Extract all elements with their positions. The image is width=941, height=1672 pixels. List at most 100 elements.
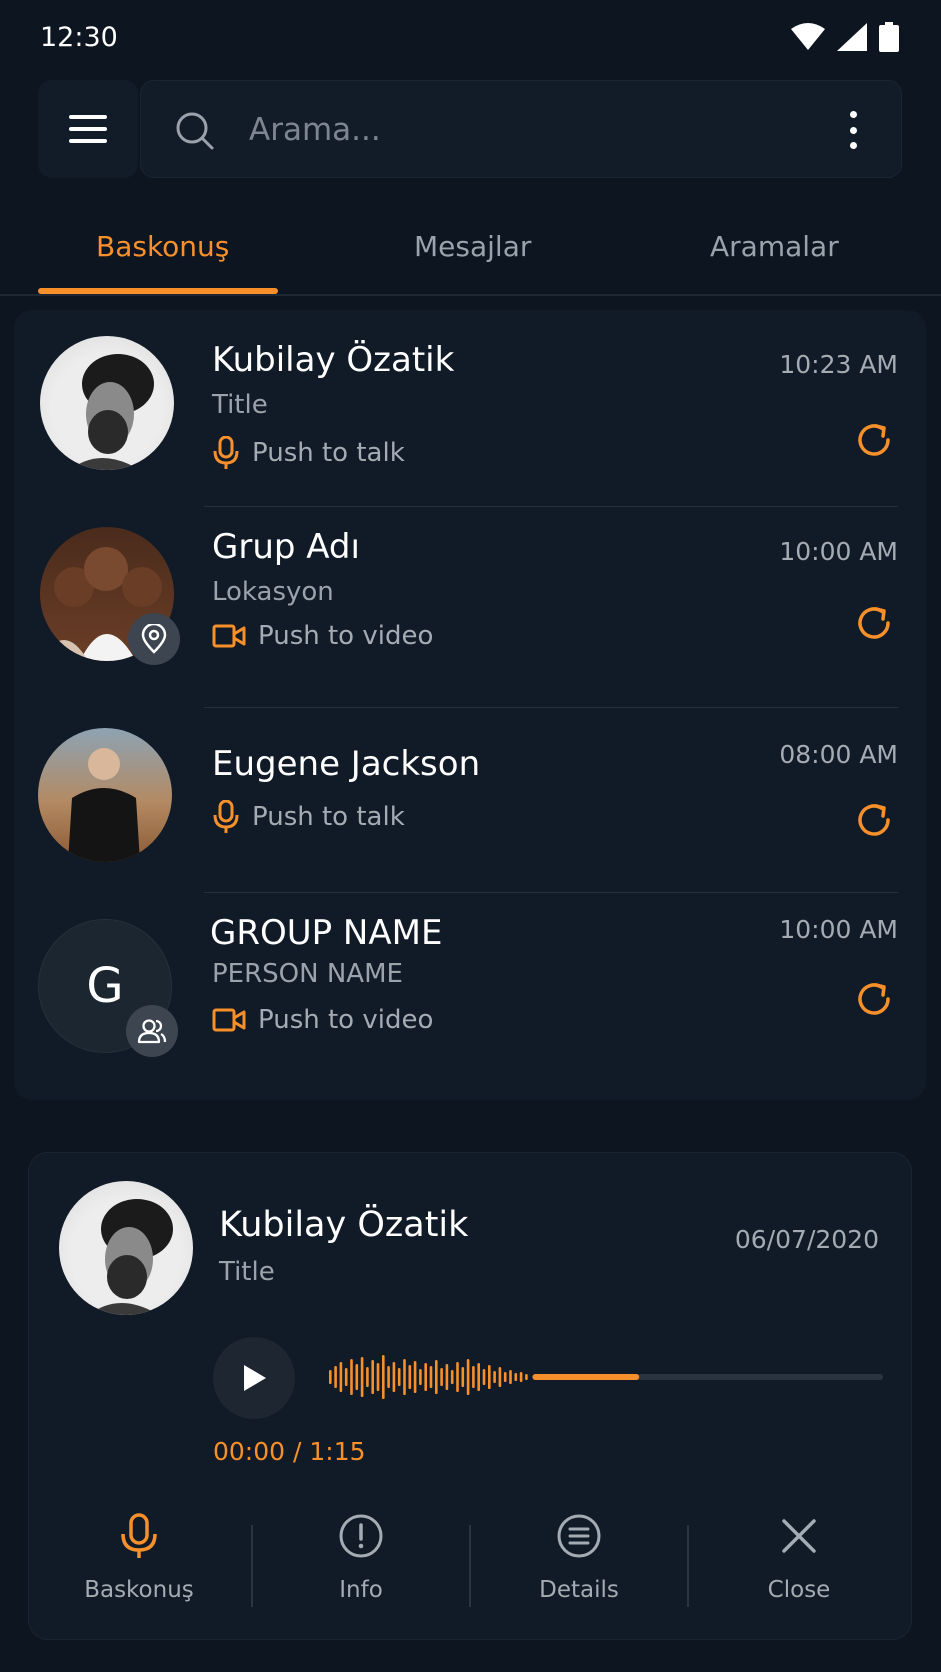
location-badge bbox=[128, 613, 180, 665]
waveform-bar bbox=[350, 1359, 353, 1395]
action-label: Push to talk bbox=[252, 802, 405, 832]
sender-name: Kubilay Özatik bbox=[219, 1205, 469, 1245]
group-icon bbox=[137, 1019, 167, 1044]
signal-icon bbox=[837, 23, 867, 51]
more-options-icon[interactable] bbox=[843, 111, 863, 149]
group-subtitle: Lokasyon bbox=[212, 577, 334, 607]
push-to-talk-action[interactable]: Push to talk bbox=[212, 436, 405, 470]
video-icon bbox=[212, 1008, 246, 1032]
tab-aramalar[interactable]: Aramalar bbox=[710, 230, 839, 263]
waveform-bar bbox=[498, 1367, 502, 1387]
list-item[interactable]: G GROUP NAME PERSON NAME Push to video 1… bbox=[14, 893, 926, 1093]
status-bar: 12:30 bbox=[0, 0, 941, 76]
waveform-bar bbox=[440, 1368, 443, 1386]
action-label: Push to video bbox=[258, 621, 434, 651]
conversation-list: Kubilay Özatik Title Push to talk 10:23 … bbox=[14, 310, 926, 1100]
waveform-bar bbox=[477, 1363, 480, 1391]
refresh-icon[interactable] bbox=[854, 979, 894, 1019]
timestamp: 10:23 AM bbox=[779, 350, 898, 379]
refresh-icon[interactable] bbox=[854, 420, 894, 460]
waveform-bar bbox=[519, 1372, 523, 1382]
waveform-bar bbox=[456, 1362, 459, 1392]
action-label: Push to talk bbox=[252, 438, 405, 468]
waveform-bar bbox=[371, 1360, 374, 1394]
video-icon bbox=[212, 624, 246, 648]
list-icon bbox=[557, 1514, 601, 1558]
action-label: Push to video bbox=[258, 1005, 434, 1035]
player-action-bar: Baskonuş Info Details Close bbox=[29, 1513, 913, 1623]
audio-waveform[interactable] bbox=[329, 1351, 883, 1403]
waveform-bar bbox=[429, 1366, 433, 1388]
avatar bbox=[40, 336, 174, 470]
tab-mesajlar[interactable]: Mesajlar bbox=[414, 230, 531, 263]
waveform-bar bbox=[355, 1364, 359, 1390]
message-date: 06/07/2020 bbox=[734, 1225, 879, 1254]
tab-baskonus[interactable]: Baskonuş bbox=[96, 230, 229, 263]
playback-time: 00:00 / 1:15 bbox=[213, 1437, 366, 1466]
waveform-bar bbox=[488, 1365, 491, 1389]
push-to-video-action[interactable]: Push to video bbox=[212, 621, 433, 651]
waveform-bar bbox=[435, 1360, 438, 1394]
list-item[interactable]: Kubilay Özatik Title Push to talk 10:23 … bbox=[14, 310, 926, 506]
avatar bbox=[59, 1181, 193, 1315]
baskonus-button[interactable]: Baskonuş bbox=[29, 1513, 249, 1623]
waveform-bar bbox=[339, 1362, 343, 1392]
waveform-bar bbox=[525, 1374, 528, 1380]
waveform-bar bbox=[503, 1372, 507, 1382]
info-icon bbox=[339, 1514, 383, 1558]
sender-subtitle: Title bbox=[219, 1257, 275, 1287]
details-button[interactable]: Details bbox=[469, 1513, 689, 1623]
mic-icon bbox=[213, 436, 239, 469]
status-icons bbox=[791, 22, 899, 52]
waveform-bar bbox=[360, 1357, 364, 1397]
avatar-initial: G bbox=[86, 958, 124, 1014]
info-button[interactable]: Info bbox=[251, 1513, 471, 1623]
refresh-icon[interactable] bbox=[854, 800, 894, 840]
waveform-bar bbox=[466, 1359, 470, 1395]
waveform-bar bbox=[403, 1359, 406, 1395]
group-name: GROUP NAME bbox=[210, 913, 443, 953]
group-badge bbox=[126, 1005, 178, 1057]
wifi-icon bbox=[791, 23, 825, 50]
battery-icon bbox=[879, 22, 899, 52]
contact-name: Eugene Jackson bbox=[212, 744, 481, 784]
waveform-bar bbox=[408, 1365, 412, 1389]
play-button[interactable] bbox=[213, 1337, 295, 1419]
waveform-bar bbox=[482, 1369, 486, 1385]
play-icon bbox=[244, 1365, 266, 1391]
push-to-video-action[interactable]: Push to video bbox=[212, 1005, 433, 1035]
timestamp: 08:00 AM bbox=[779, 740, 898, 769]
waveform-bar bbox=[366, 1367, 369, 1387]
progress-fill bbox=[532, 1374, 640, 1380]
avatar bbox=[38, 728, 172, 862]
waveform-bar bbox=[392, 1362, 396, 1392]
refresh-icon[interactable] bbox=[854, 603, 894, 643]
push-to-talk-action[interactable]: Push to talk bbox=[212, 800, 405, 834]
active-tab-indicator bbox=[38, 288, 278, 294]
list-item[interactable]: Grup Adı Lokasyon Push to video 10:00 AM bbox=[14, 507, 926, 707]
close-button[interactable]: Close bbox=[689, 1513, 909, 1623]
info-label: Info bbox=[339, 1577, 383, 1603]
waveform-bar bbox=[344, 1368, 348, 1386]
close-icon bbox=[782, 1519, 816, 1553]
waveform-bar bbox=[509, 1370, 512, 1384]
tab-bar: Baskonuş Mesajlar Aramalar bbox=[0, 218, 941, 296]
waveform-bar bbox=[376, 1363, 380, 1391]
waveform-bar bbox=[329, 1370, 332, 1384]
waveform-bar bbox=[387, 1366, 390, 1388]
waveform-bar bbox=[461, 1367, 465, 1387]
waveform-bar bbox=[445, 1364, 449, 1390]
contact-subtitle: Title bbox=[212, 390, 268, 420]
waveform-bar bbox=[419, 1369, 422, 1385]
close-label: Close bbox=[767, 1577, 831, 1603]
search-input[interactable] bbox=[249, 105, 809, 155]
group-name: Grup Adı bbox=[212, 527, 360, 567]
waveform-bar bbox=[493, 1371, 496, 1383]
menu-button[interactable] bbox=[38, 80, 138, 178]
waveform-bar bbox=[424, 1363, 427, 1391]
waveform-bar bbox=[397, 1368, 401, 1386]
status-time: 12:30 bbox=[40, 22, 118, 53]
baskonus-label: Baskonuş bbox=[84, 1577, 194, 1603]
list-item[interactable]: Eugene Jackson Push to talk 08:00 AM bbox=[14, 708, 926, 892]
mic-icon bbox=[213, 800, 239, 833]
